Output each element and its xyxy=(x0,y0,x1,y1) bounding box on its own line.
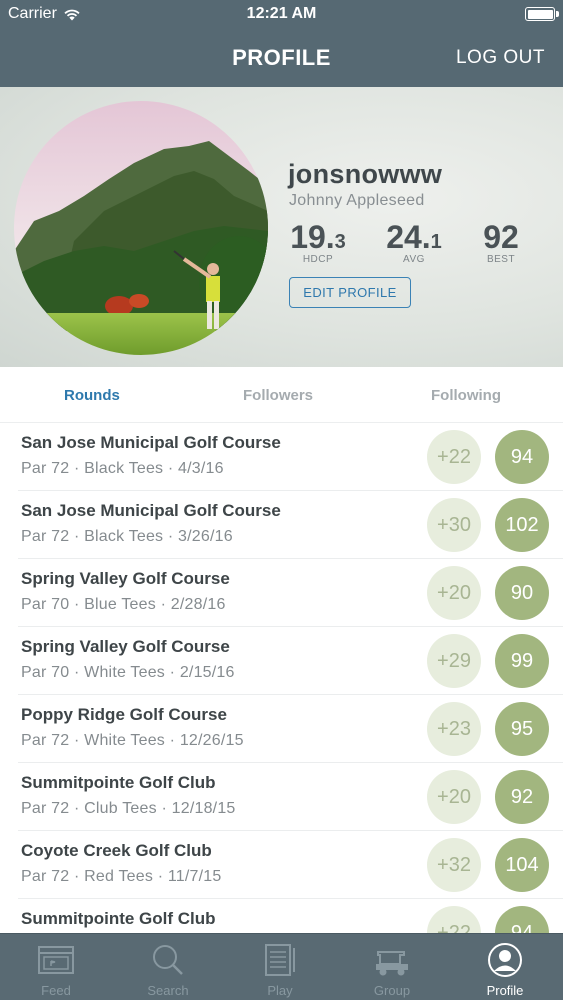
stat-whole: 92 xyxy=(483,219,519,255)
tab-followers[interactable]: Followers xyxy=(243,387,313,404)
profile-username: jonsnowww xyxy=(288,159,443,189)
stat-whole: 24. xyxy=(386,219,431,255)
over-par-badge: +22 xyxy=(427,906,481,933)
tab-rounds[interactable]: Rounds xyxy=(64,387,120,404)
tabbar-label: Play xyxy=(267,983,293,998)
tab-following[interactable]: Following xyxy=(431,387,501,404)
tabbar-item-group[interactable]: Group xyxy=(336,934,448,1000)
course-name: Summitpointe Golf Club xyxy=(21,909,216,928)
search-icon xyxy=(153,945,183,975)
tabbar-label: Feed xyxy=(41,983,71,998)
course-name: Spring Valley Golf Course xyxy=(21,637,230,656)
round-row[interactable]: San Jose Municipal Golf Course Par 72 · … xyxy=(0,491,563,559)
stat-whole: 19. xyxy=(290,219,335,255)
stat-hdcp: 19.3 HDCP xyxy=(278,219,358,265)
course-name: San Jose Municipal Golf Course xyxy=(21,433,281,452)
profile-icon xyxy=(488,943,522,977)
profile-hero: jonsnowww Johnny Appleseed 19.3 HDCP 24.… xyxy=(0,87,563,367)
tabbar-item-feed[interactable]: Feed xyxy=(0,934,112,1000)
course-name: Summitpointe Golf Club xyxy=(21,773,216,792)
score-badge: 95 xyxy=(495,702,549,756)
tabbar-item-search[interactable]: Search xyxy=(112,934,224,1000)
status-time: 12:21 AM xyxy=(246,5,317,22)
stat-avg: 24.1 AVG xyxy=(374,219,454,265)
round-details: Par 72 · Red Tees · 11/7/15 xyxy=(21,868,222,885)
tabbar-label: Group xyxy=(373,983,411,998)
tabbar-label: Search xyxy=(147,983,189,998)
score-badge: 90 xyxy=(495,566,549,620)
round-row[interactable]: Summitpointe Golf Club +22 94 xyxy=(0,899,563,933)
logout-button[interactable]: LOG OUT xyxy=(456,47,545,69)
round-row[interactable]: Poppy Ridge Golf Course Par 72 · White T… xyxy=(0,695,563,763)
round-details: Par 72 · Club Tees · 12/18/15 xyxy=(21,800,236,817)
score-badge: 102 xyxy=(495,498,549,552)
score-badge: 99 xyxy=(495,634,549,688)
course-name: Coyote Creek Golf Club xyxy=(21,841,212,860)
round-row[interactable]: San Jose Municipal Golf Course Par 72 · … xyxy=(0,423,563,491)
tabbar-label: Profile xyxy=(486,983,524,998)
edit-profile-button[interactable]: EDIT PROFILE xyxy=(289,277,411,308)
over-par-badge: +20 xyxy=(427,566,481,620)
golf-cart-icon xyxy=(376,951,408,976)
course-name: San Jose Municipal Golf Course xyxy=(21,501,281,520)
profile-tabs: Rounds Followers Following xyxy=(0,367,563,423)
profile-photo[interactable] xyxy=(14,101,268,355)
status-bar: Carrier 12:21 AM xyxy=(0,0,563,30)
over-par-badge: +23 xyxy=(427,702,481,756)
stat-decimal: 1 xyxy=(430,231,442,253)
over-par-badge: +20 xyxy=(427,770,481,824)
rounds-list[interactable]: San Jose Municipal Golf Course Par 72 · … xyxy=(0,423,563,933)
stat-value: 92 xyxy=(461,219,541,256)
course-name: Poppy Ridge Golf Course xyxy=(21,705,227,724)
round-details: Par 70 · Blue Tees · 2/28/16 xyxy=(21,596,226,613)
score-badge: 94 xyxy=(495,906,549,933)
feed-icon xyxy=(38,946,74,974)
tabbar-item-play[interactable]: Play xyxy=(224,934,336,1000)
stat-label: BEST xyxy=(486,254,516,265)
battery-icon xyxy=(525,7,559,21)
golfer-photo-illustration xyxy=(14,101,268,355)
stat-decimal: 3 xyxy=(334,231,346,253)
round-details: Par 72 · Black Tees · 3/26/16 xyxy=(21,528,233,545)
score-badge: 104 xyxy=(495,838,549,892)
over-par-badge: +30 xyxy=(427,498,481,552)
round-row[interactable]: Spring Valley Golf Course Par 70 · Blue … xyxy=(0,559,563,627)
round-details: Par 70 · White Tees · 2/15/16 xyxy=(21,664,235,681)
round-row[interactable]: Spring Valley Golf Course Par 70 · White… xyxy=(0,627,563,695)
round-row[interactable]: Summitpointe Golf Club Par 72 · Club Tee… xyxy=(0,763,563,831)
stat-value: 24.1 xyxy=(374,219,454,256)
over-par-badge: +29 xyxy=(427,634,481,688)
profile-full-name: Johnny Appleseed xyxy=(289,192,425,209)
round-row[interactable]: Coyote Creek Golf Club Par 72 · Red Tees… xyxy=(0,831,563,899)
stat-value: 19.3 xyxy=(278,219,358,256)
bottom-tab-bar: Feed Search Play Group Profile xyxy=(0,933,563,1000)
scorecard-icon xyxy=(265,944,295,976)
over-par-badge: +32 xyxy=(427,838,481,892)
round-details: Par 72 · Black Tees · 4/3/16 xyxy=(21,460,224,477)
over-par-badge: +22 xyxy=(427,430,481,484)
round-details: Par 72 · White Tees · 12/26/15 xyxy=(21,732,244,749)
stat-best: 92 BEST xyxy=(461,219,541,265)
tabbar-item-profile[interactable]: Profile xyxy=(449,934,561,1000)
nav-header: Carrier 12:21 AM PROFILE LOG OUT xyxy=(0,0,563,87)
score-badge: 94 xyxy=(495,430,549,484)
score-badge: 92 xyxy=(495,770,549,824)
course-name: Spring Valley Golf Course xyxy=(21,569,230,588)
